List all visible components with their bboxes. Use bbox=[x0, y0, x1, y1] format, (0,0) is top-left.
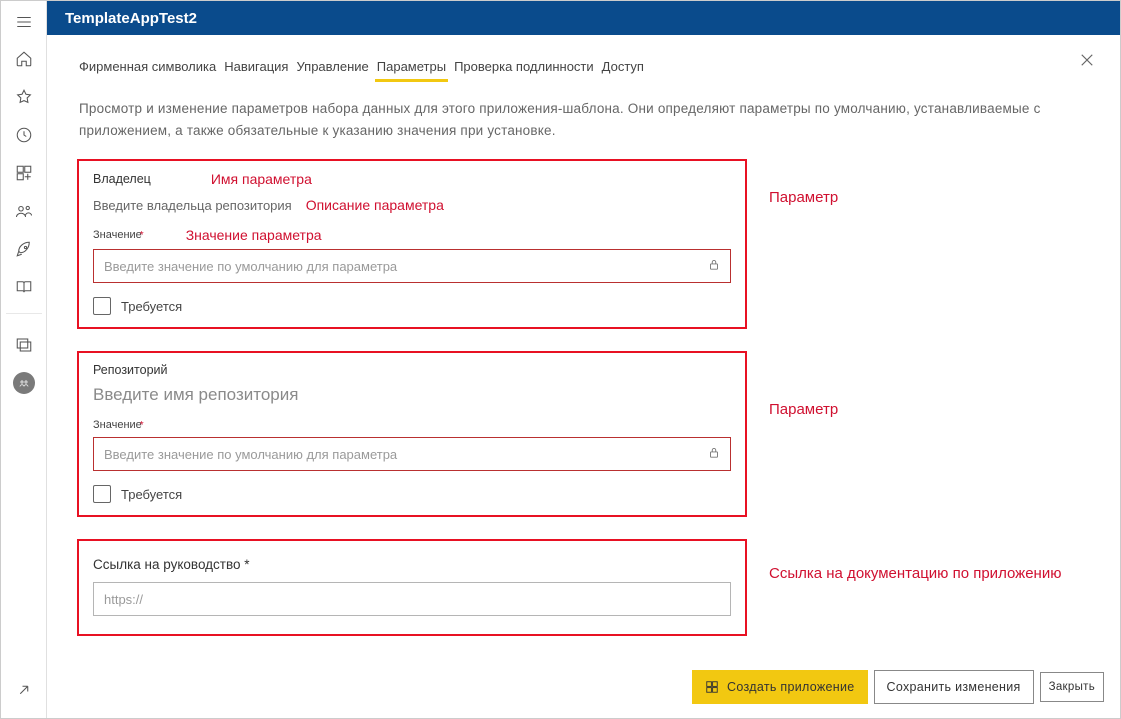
close-icon[interactable] bbox=[1078, 51, 1096, 72]
required-star-icon: * bbox=[140, 230, 144, 241]
guide-annotation: Ссылка на документацию по приложению bbox=[769, 565, 1061, 582]
guide-row: Ссылка на руководство * Ссылка на докуме… bbox=[77, 539, 1090, 636]
param2-required-checkbox[interactable] bbox=[93, 485, 111, 503]
param1-value-hint: Значение параметра bbox=[186, 227, 322, 243]
param2-value-input[interactable] bbox=[93, 437, 731, 471]
left-nav-rail bbox=[1, 1, 47, 718]
param1-name-hint: Имя параметра bbox=[211, 171, 312, 187]
param1-name: Владелец bbox=[93, 172, 151, 186]
tab-branding[interactable]: Фирменная символика bbox=[77, 53, 218, 84]
guide-label: Ссылка на руководство * bbox=[93, 557, 250, 572]
footer-actions: Создать приложение Сохранить изменения З… bbox=[692, 670, 1104, 704]
workspace-avatar-icon bbox=[13, 372, 35, 394]
param1-desc-hint: Описание параметра bbox=[306, 197, 444, 213]
param1-required-checkbox[interactable] bbox=[93, 297, 111, 315]
lock-icon[interactable] bbox=[707, 258, 721, 275]
param2-row: Репозиторий Введите имя репозитория Знач… bbox=[77, 351, 1090, 517]
create-app-button[interactable]: Создать приложение bbox=[692, 670, 867, 704]
tab-control[interactable]: Управление bbox=[294, 53, 370, 84]
param2-desc: Введите имя репозитория bbox=[93, 385, 731, 405]
nav-expand[interactable] bbox=[1, 672, 47, 708]
param1-desc: Введите владельца репозитория bbox=[93, 198, 292, 213]
app-icon bbox=[705, 680, 719, 694]
save-button[interactable]: Сохранить изменения bbox=[874, 670, 1034, 704]
param2-name: Репозиторий bbox=[93, 363, 731, 377]
workspace-header: TemplateAppTest2 bbox=[47, 1, 1120, 35]
param1-value-input[interactable] bbox=[93, 249, 731, 283]
param2-annotation: Параметр bbox=[769, 401, 838, 418]
workspace-title: TemplateAppTest2 bbox=[65, 10, 197, 27]
guide-url-input[interactable] bbox=[93, 582, 731, 616]
main-column: TemplateAppTest2 Фирменная символика Нав… bbox=[47, 1, 1120, 718]
nav-learn[interactable] bbox=[1, 269, 47, 305]
nav-workspace-avatar[interactable] bbox=[1, 365, 47, 401]
tab-description: Просмотр и изменение параметров набора д… bbox=[79, 98, 1089, 141]
nav-workspaces[interactable] bbox=[1, 327, 47, 363]
param1-value-label: Значение bbox=[93, 229, 142, 241]
nav-favorites[interactable] bbox=[1, 79, 47, 115]
create-app-label: Создать приложение bbox=[727, 680, 854, 694]
param2-required-label: Требуется bbox=[121, 487, 182, 502]
nav-deploy[interactable] bbox=[1, 231, 47, 267]
tab-access[interactable]: Доступ bbox=[600, 53, 646, 84]
nav-shared[interactable] bbox=[1, 193, 47, 229]
required-star-icon: * bbox=[140, 420, 144, 431]
tab-parameters[interactable]: Параметры bbox=[375, 53, 448, 84]
nav-hamburger[interactable] bbox=[1, 5, 47, 39]
close-button[interactable]: Закрыть bbox=[1040, 672, 1104, 702]
param2-value-label: Значение bbox=[93, 419, 142, 431]
app-root: TemplateAppTest2 Фирменная символика Нав… bbox=[0, 0, 1121, 719]
guide-panel: Ссылка на руководство * bbox=[77, 539, 747, 636]
save-label: Сохранить изменения bbox=[887, 680, 1021, 694]
param2-panel: Репозиторий Введите имя репозитория Знач… bbox=[77, 351, 747, 517]
tab-navigation[interactable]: Навигация bbox=[222, 53, 290, 84]
nav-recent[interactable] bbox=[1, 117, 47, 153]
tab-authentication[interactable]: Проверка подлинности bbox=[452, 53, 596, 84]
close-label: Закрыть bbox=[1049, 681, 1095, 693]
settings-tabs: Фирменная символика Навигация Управление… bbox=[77, 53, 1090, 84]
nav-divider bbox=[6, 313, 42, 319]
param1-required-label: Требуется bbox=[121, 299, 182, 314]
content-area: Фирменная символика Навигация Управление… bbox=[47, 35, 1120, 718]
param1-row: Владелец Имя параметра Введите владельца… bbox=[77, 159, 1090, 329]
param1-panel: Владелец Имя параметра Введите владельца… bbox=[77, 159, 747, 329]
lock-icon[interactable] bbox=[707, 446, 721, 463]
nav-home[interactable] bbox=[1, 41, 47, 77]
param1-annotation: Параметр bbox=[769, 189, 838, 206]
nav-apps[interactable] bbox=[1, 155, 47, 191]
